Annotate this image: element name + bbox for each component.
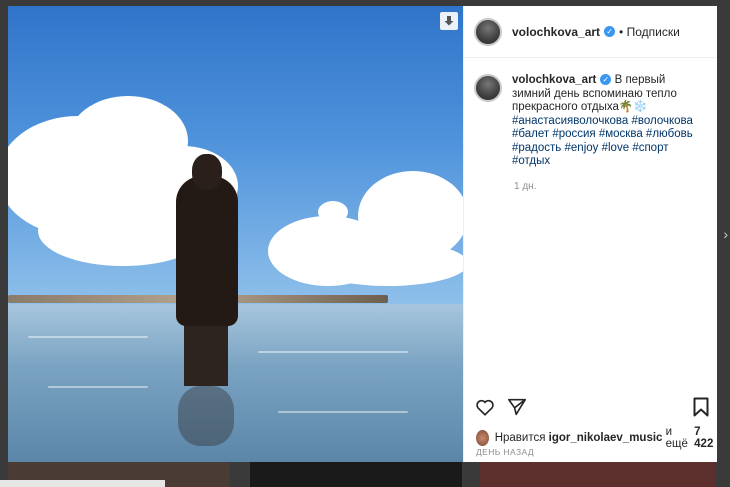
hashtag-link[interactable]: #love <box>602 142 630 154</box>
hashtag-link[interactable]: #enjoy <box>565 142 599 154</box>
hashtag-link[interactable]: #россия <box>552 128 595 140</box>
follow-status[interactable]: • Подписки <box>619 25 680 39</box>
verified-badge-icon: ✓ <box>604 26 616 37</box>
hashtag-link[interactable]: #спорт <box>632 142 668 154</box>
likes-suffix: и ещё <box>665 426 688 450</box>
post-sidebar: volochkova_art ✓ • Подписки volochkova_a… <box>463 6 717 462</box>
avatar[interactable] <box>474 74 502 102</box>
likes-count[interactable]: 7 422 <box>694 426 717 450</box>
post-modal: volochkova_art ✓ • Подписки volochkova_a… <box>8 6 717 462</box>
image-figure <box>176 176 238 326</box>
hashtag-link[interactable]: #балет <box>512 128 549 140</box>
water-ripple <box>48 386 148 388</box>
hashtag-link[interactable]: #волочкова <box>631 115 692 127</box>
post-header: volochkova_art ✓ • Подписки <box>464 6 717 58</box>
post-image[interactable] <box>8 6 463 462</box>
feed-thumbnail[interactable] <box>480 462 716 487</box>
verified-badge-icon: ✓ <box>600 74 612 86</box>
image-cloud <box>318 201 348 223</box>
hashtag-link[interactable]: #радость <box>512 142 561 154</box>
hashtag-link[interactable]: #анастасияволочкова <box>512 115 628 127</box>
water-ripple <box>278 411 408 413</box>
hashtag-link[interactable]: #любовь <box>646 128 693 140</box>
caption-block: volochkova_art ✓ В первый зимний день всп… <box>464 58 717 169</box>
action-bar <box>474 394 712 420</box>
feed-thumbnail[interactable] <box>250 462 462 487</box>
image-figure-legs <box>184 316 228 386</box>
avatar[interactable] <box>476 430 489 446</box>
avatar[interactable] <box>474 17 502 46</box>
download-icon[interactable] <box>440 12 458 30</box>
liked-by-username[interactable]: igor_nikolaev_music <box>549 432 663 444</box>
water-ripple <box>258 351 408 353</box>
hashtag-link[interactable]: #отдых <box>512 155 550 167</box>
share-icon[interactable] <box>506 396 528 418</box>
hashtag-link[interactable]: #москва <box>599 128 643 140</box>
caption-text: volochkova_art ✓ В первый зимний день всп… <box>512 74 702 169</box>
image-reflection <box>178 386 234 446</box>
image-cloud <box>308 241 463 286</box>
heart-icon[interactable] <box>474 396 496 418</box>
username[interactable]: volochkova_art <box>512 25 600 39</box>
background-bar <box>0 480 165 487</box>
post-date[interactable]: ДЕНЬ НАЗАД <box>476 447 534 457</box>
bookmark-icon[interactable] <box>690 396 712 418</box>
chevron-right-icon[interactable]: › <box>723 226 728 242</box>
water-ripple <box>28 336 148 338</box>
image-figure-head <box>192 154 222 190</box>
image-sea <box>8 304 463 462</box>
caption-timestamp: 1 дн. <box>514 180 537 192</box>
caption-username[interactable]: volochkova_art <box>512 74 596 86</box>
likes-prefix: Нравится <box>494 432 546 444</box>
